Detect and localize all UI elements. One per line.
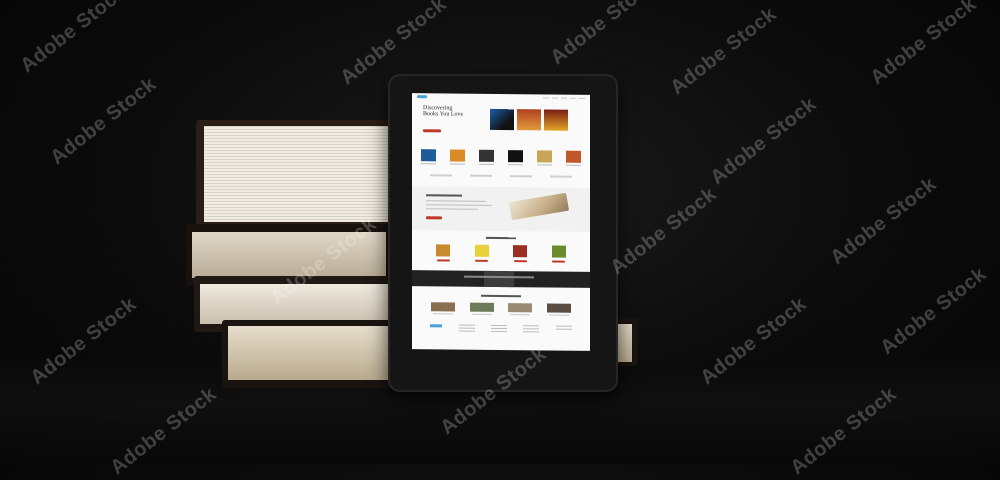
hero-button	[423, 129, 441, 133]
testimonial-card	[546, 303, 571, 316]
about-button	[426, 216, 442, 220]
featured-book	[513, 245, 528, 263]
footer-column	[458, 324, 475, 334]
watermark: Adobe Stock	[16, 0, 131, 78]
dark-banner	[412, 270, 590, 288]
hero-cover-yellow	[544, 109, 568, 131]
feature-item	[510, 175, 532, 178]
site-logo	[417, 94, 427, 98]
watermark: Adobe Stock	[866, 0, 981, 90]
banner-text	[464, 275, 534, 279]
hero-cover-orange	[517, 109, 541, 131]
testimonial-card	[431, 302, 456, 315]
feature-item	[470, 174, 492, 177]
tablet-screen: Discovering Books You Love	[412, 93, 590, 351]
hero-cover-blue	[490, 108, 514, 131]
tablet-device: Discovering Books You Love	[388, 74, 618, 392]
nav-link	[552, 97, 558, 99]
testimonial-card	[469, 302, 494, 315]
hero-title-line2: Books You Love	[423, 111, 464, 118]
featured-book	[436, 244, 451, 262]
book-cover-item	[566, 150, 581, 166]
banner-image	[484, 270, 514, 288]
photo-scene: Discovering Books You Love Adobe Stock A…	[0, 0, 1000, 479]
footer-column	[490, 324, 507, 334]
testimonial-card	[508, 303, 533, 316]
nav-link	[579, 97, 585, 99]
nav-link	[570, 97, 576, 99]
book-cover-item	[508, 150, 523, 166]
book-top-pages	[204, 126, 392, 222]
featured-book	[474, 244, 489, 262]
site-hero: Discovering Books You Love	[412, 99, 590, 145]
nav-link	[561, 97, 567, 99]
about-text-line	[426, 204, 492, 206]
watermark: Adobe Stock	[876, 263, 991, 360]
watermark: Adobe Stock	[546, 0, 661, 70]
site-footer	[412, 324, 590, 335]
about-text-line	[426, 200, 486, 202]
about-section	[412, 186, 590, 232]
featured-books-section	[412, 236, 590, 263]
book-cover-item	[537, 150, 552, 166]
featured-book	[551, 245, 566, 263]
book-bottom	[222, 320, 400, 388]
about-heading	[426, 194, 462, 197]
watermark: Adobe Stock	[46, 73, 161, 170]
feature-strip	[412, 164, 590, 178]
book-top	[196, 120, 396, 226]
feature-item	[430, 174, 452, 177]
feature-item	[550, 175, 572, 178]
book-cover-row	[412, 143, 590, 166]
book-cover-item	[479, 149, 494, 165]
watermark: Adobe Stock	[606, 183, 721, 280]
nav-link	[543, 96, 549, 99]
site-nav-links	[427, 96, 585, 99]
footer-logo	[430, 324, 443, 328]
open-book-image	[508, 192, 570, 221]
watermark: Adobe Stock	[666, 3, 781, 100]
testimonials-row	[412, 296, 590, 316]
book-bottom-pages	[228, 326, 394, 380]
footer-column	[523, 325, 540, 334]
book-cover-item	[421, 149, 436, 165]
footer-column	[555, 325, 572, 335]
about-text-line	[426, 208, 478, 210]
watermark: Adobe Stock	[826, 173, 941, 270]
hero-title: Discovering Books You Love	[423, 105, 483, 118]
watermark: Adobe Stock	[706, 93, 821, 190]
book-cover-item	[450, 149, 465, 165]
featured-books-row	[412, 238, 590, 263]
testimonials-section	[412, 294, 590, 316]
